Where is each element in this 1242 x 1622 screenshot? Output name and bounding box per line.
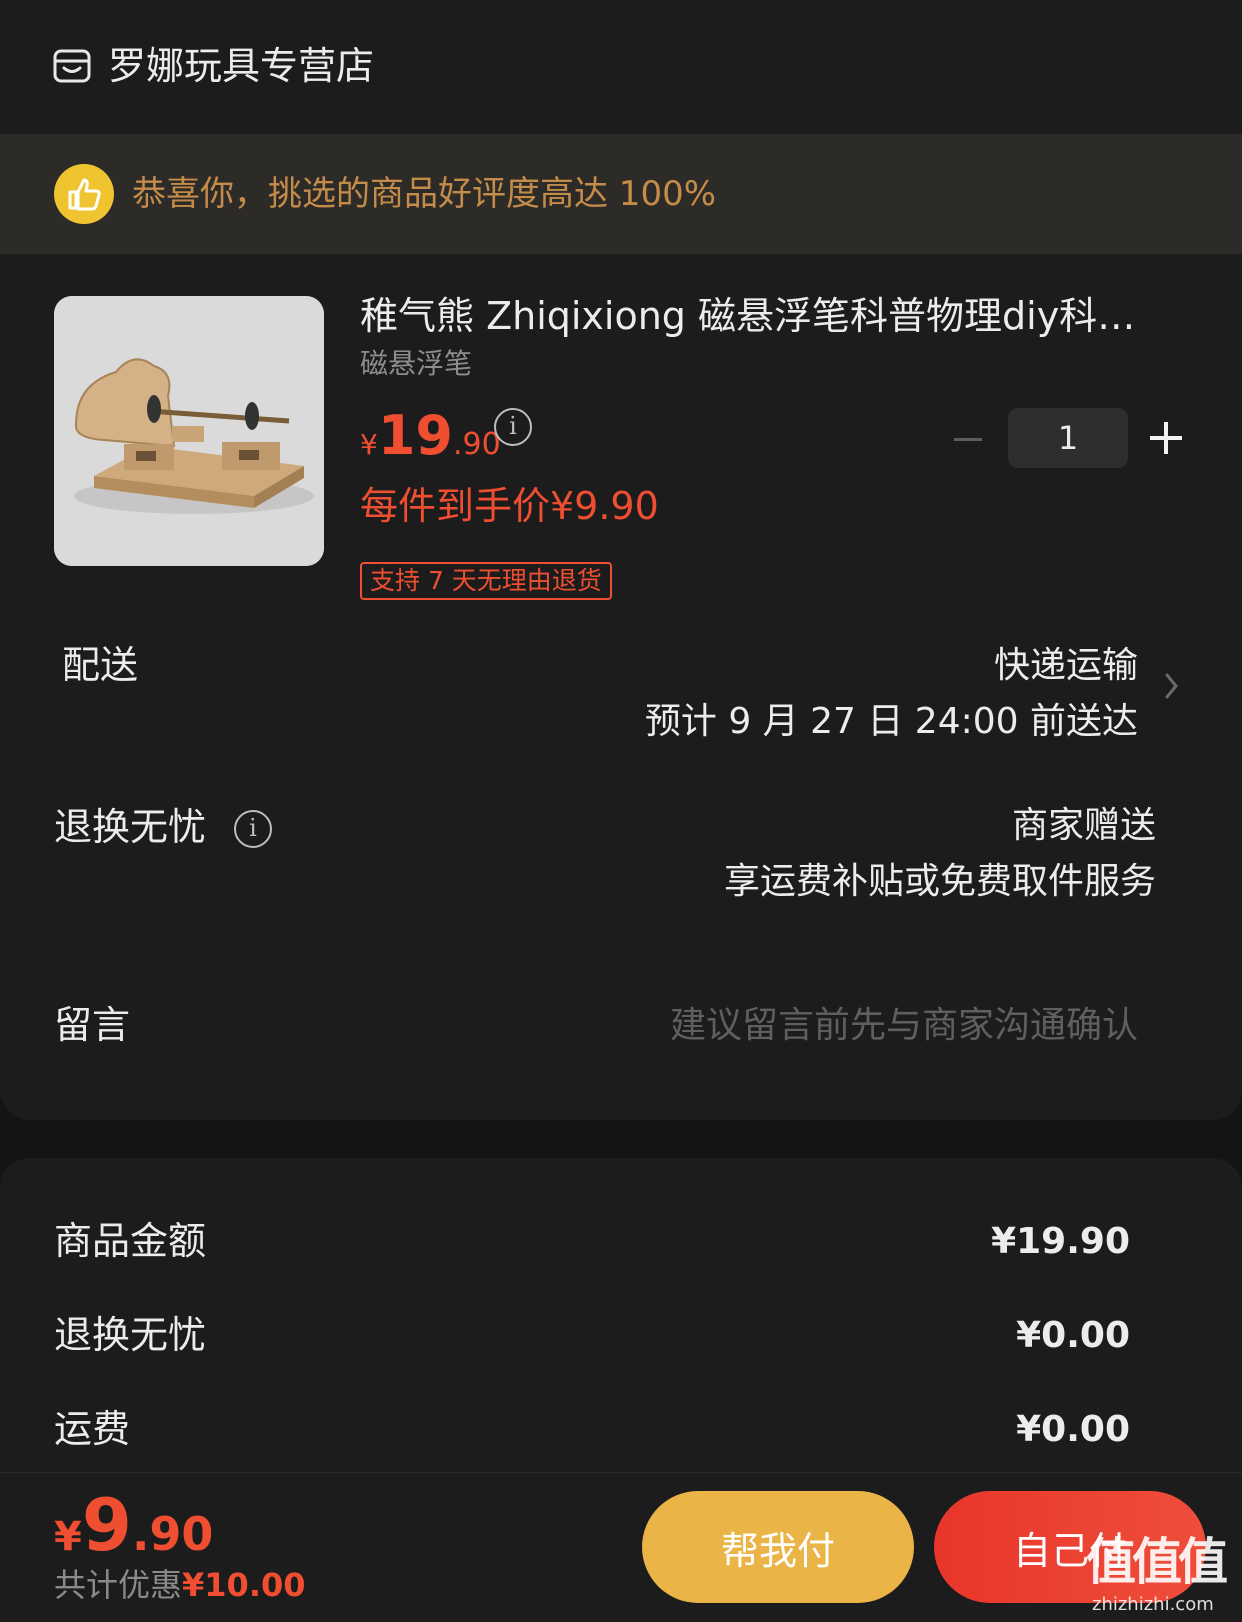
total-symbol: ¥ xyxy=(54,1514,82,1560)
watermark-logo: 值值值 xyxy=(1086,1533,1228,1591)
thumbs-up-icon xyxy=(54,164,114,224)
summary-value-shipping: ¥0.00 xyxy=(1016,1409,1130,1450)
return-policy-tag: 支持 7 天无理由退货 xyxy=(360,562,612,600)
order-card: 稚气熊 Zhiqixiong 磁悬浮笔科普物理diy科技小制作 磁悬浮笔 ¥19… xyxy=(0,254,1242,1120)
message-input[interactable]: 建议留言前先与商家沟通确认 xyxy=(670,1004,1138,1048)
worry-free-label: 退换无忧 xyxy=(54,805,207,849)
total-price: ¥9.90 xyxy=(54,1483,214,1567)
price-symbol: ¥ xyxy=(360,428,378,461)
total-integer: 9 xyxy=(81,1483,132,1567)
quantity-decrease-button[interactable] xyxy=(950,424,986,454)
product-spec: 磁悬浮笔 xyxy=(360,347,473,380)
delivery-label: 配送 xyxy=(62,643,139,687)
total-decimal: .90 xyxy=(131,1507,214,1561)
summary-value-goods: ¥19.90 xyxy=(991,1221,1130,1262)
worry-free-desc: 享运费补贴或免费取件服务 xyxy=(723,861,1156,902)
quantity-increase-button[interactable] xyxy=(1150,420,1186,456)
price-integer: 19 xyxy=(377,404,453,467)
checkout-bar: ¥9.90 共计优惠¥10.00 帮我付 自己付 xyxy=(0,1472,1242,1622)
order-confirm-page: 罗娜玩具专营店 恭喜你，挑选的商品好评度高达 100% 稚气熊 Zhiqixio… xyxy=(0,0,1242,1622)
help-me-pay-button[interactable]: 帮我付 xyxy=(642,1491,914,1603)
delivery-eta: 预计 9 月 27 日 24:00 前送达 xyxy=(644,701,1138,742)
unit-final-price: 每件到手价¥9.90 xyxy=(360,484,659,528)
worry-free-value: 商家赠送 xyxy=(1011,805,1156,846)
rating-banner: 恭喜你，挑选的商品好评度高达 100% xyxy=(0,134,1242,254)
site-watermark: 值值值 zhizhizhi.com xyxy=(1086,1532,1242,1622)
discount-label: 共计优惠 xyxy=(54,1566,183,1604)
worry-free-info-icon[interactable]: i xyxy=(234,810,272,848)
quantity-input[interactable]: 1 xyxy=(1008,408,1128,468)
store-header[interactable]: 罗娜玩具专营店 xyxy=(0,0,1242,134)
delivery-method[interactable]: 快递运输 xyxy=(994,644,1138,688)
product-title[interactable]: 稚气熊 Zhiqixiong 磁悬浮笔科普物理diy科技小制作 xyxy=(360,292,1160,340)
watermark-url: zhizhizhi.com xyxy=(1092,1594,1214,1615)
rating-banner-text: 恭喜你，挑选的商品好评度高达 100% xyxy=(132,174,717,214)
discount-summary: 共计优惠¥10.00 xyxy=(54,1565,306,1605)
summary-value-worry-free: ¥0.00 xyxy=(1016,1315,1130,1356)
product-image[interactable] xyxy=(54,296,324,566)
summary-label-goods: 商品金额 xyxy=(54,1219,207,1263)
product-price: ¥19.90 xyxy=(360,404,501,470)
summary-label-worry-free: 退换无忧 xyxy=(54,1313,207,1357)
store-name: 罗娜玩具专营店 xyxy=(108,44,375,88)
price-decimal: .90 xyxy=(452,427,501,462)
message-label: 留言 xyxy=(54,1003,131,1047)
price-info-icon[interactable]: i xyxy=(494,408,532,446)
discount-amount: ¥10.00 xyxy=(182,1566,306,1604)
chevron-right-icon[interactable] xyxy=(1164,672,1180,700)
summary-label-shipping: 运费 xyxy=(54,1407,131,1451)
store-icon xyxy=(53,49,91,83)
